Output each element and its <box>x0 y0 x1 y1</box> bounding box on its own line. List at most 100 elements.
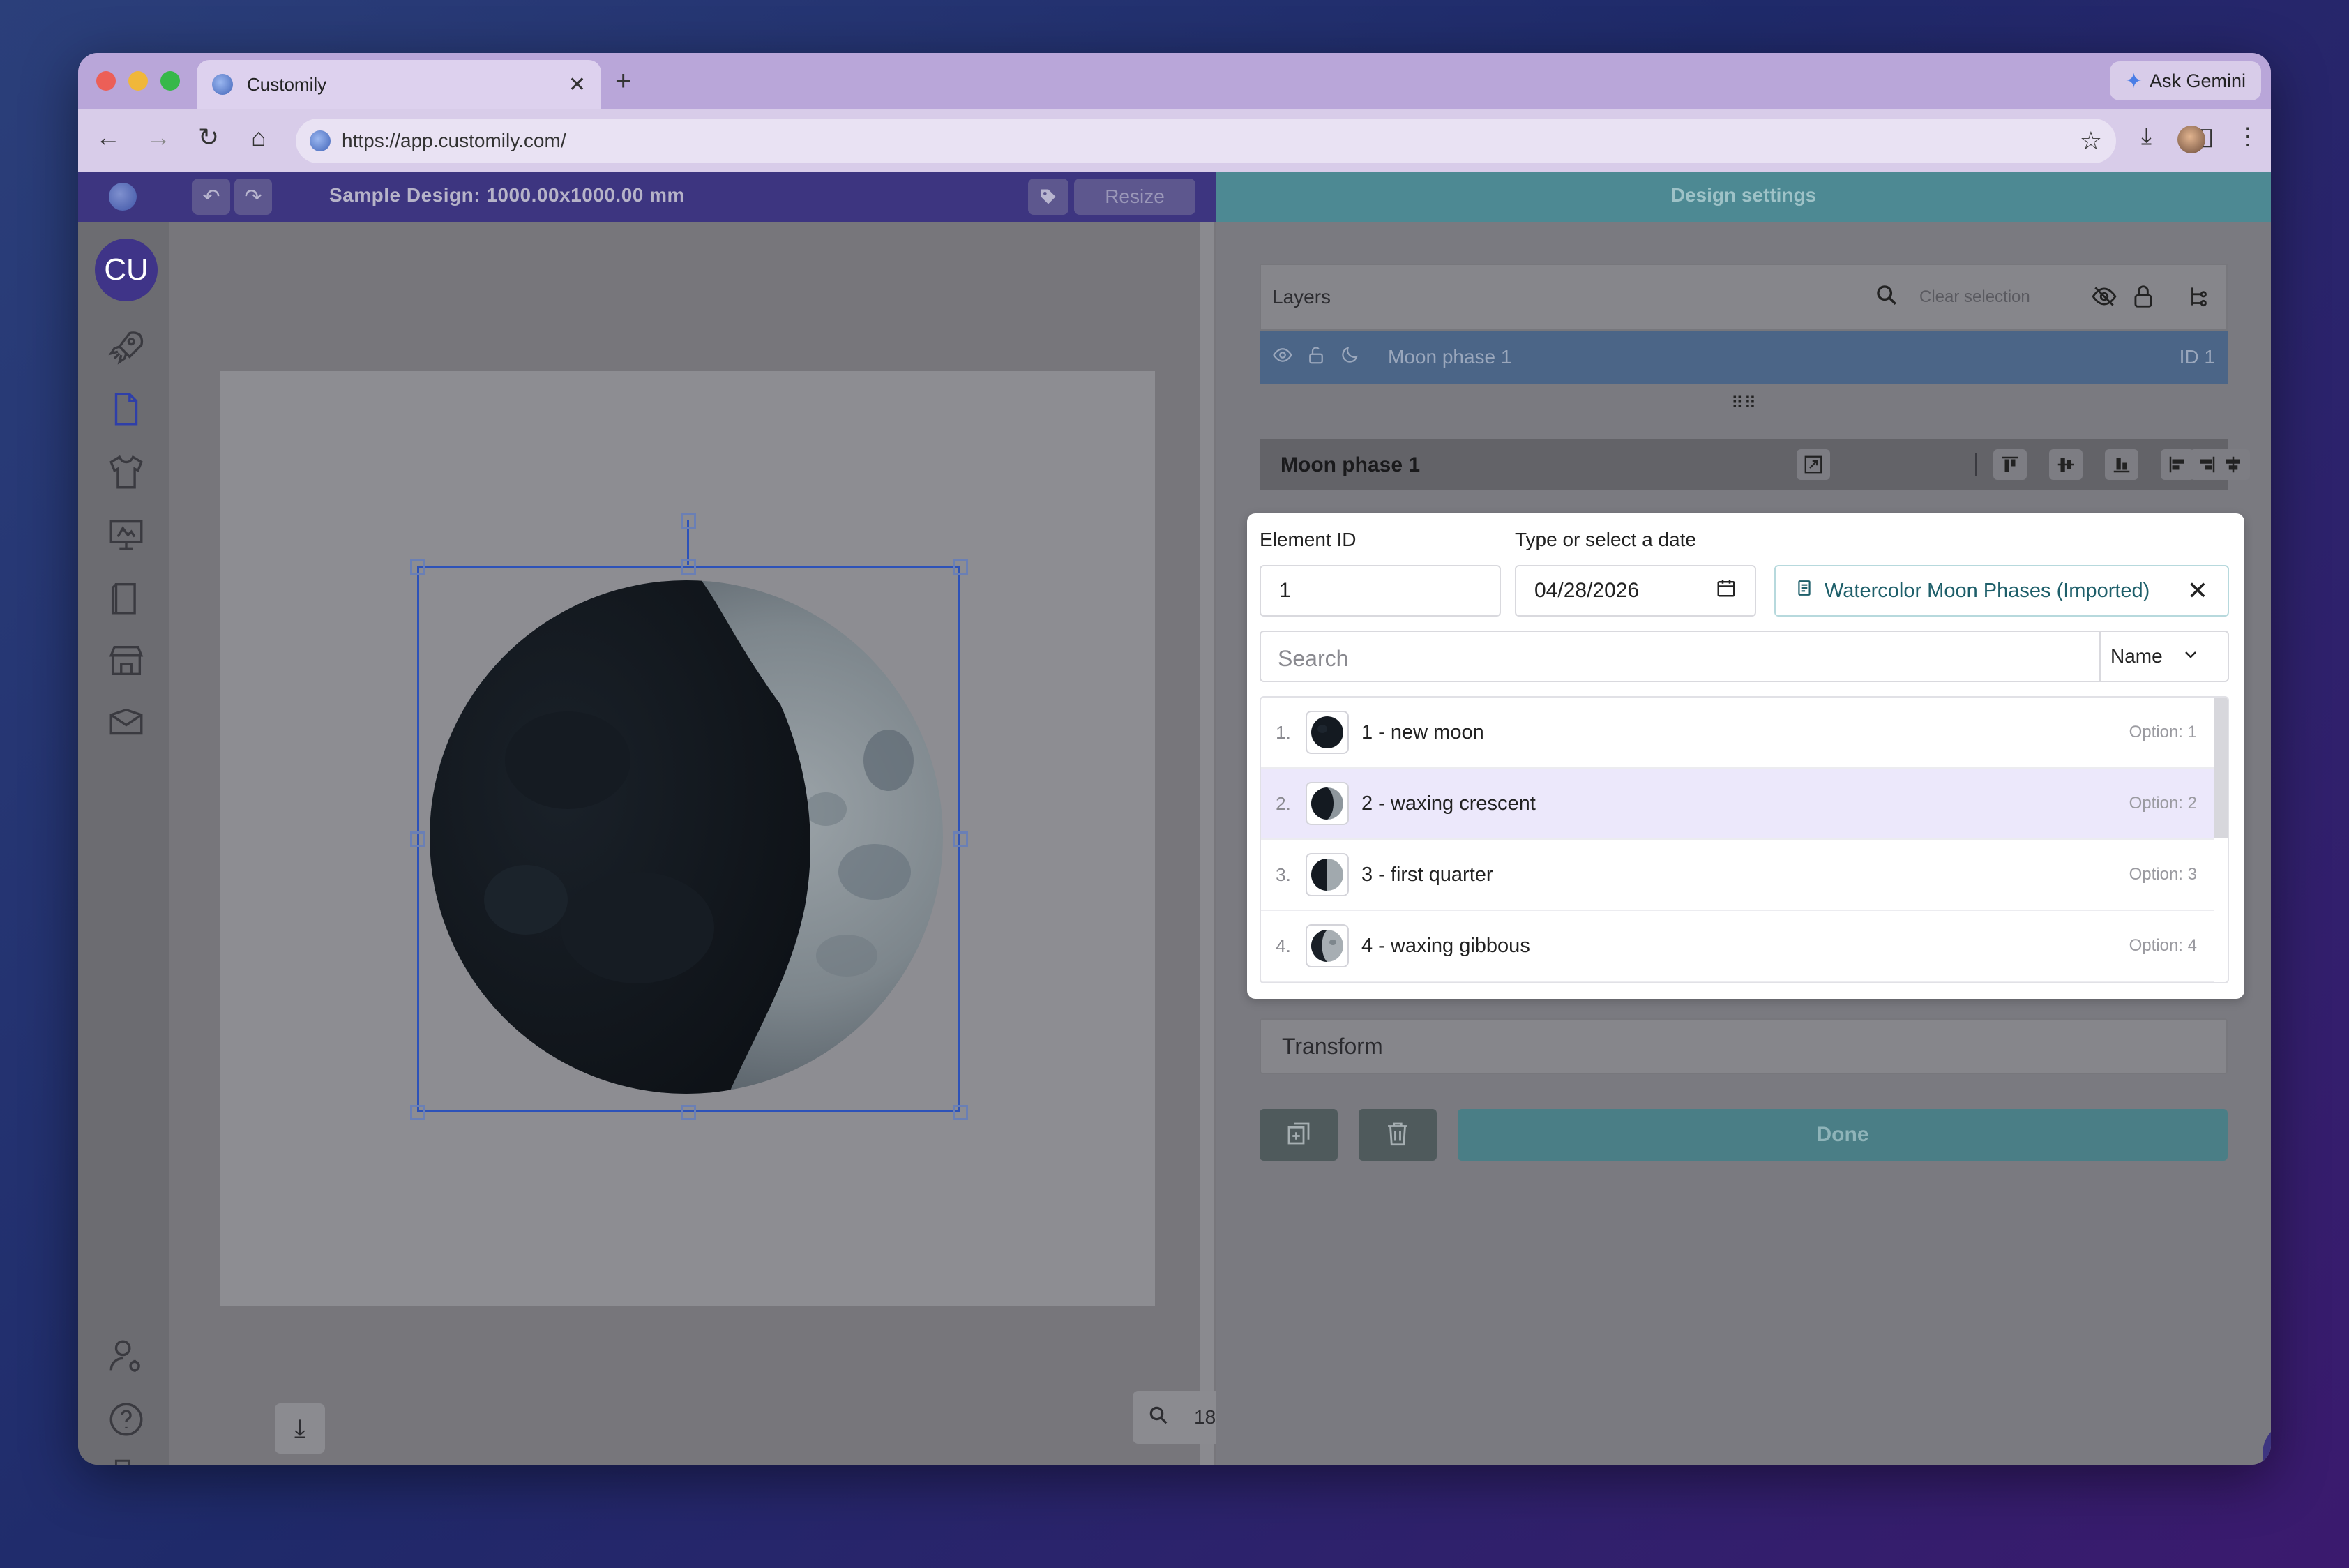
duplicate-button[interactable] <box>1260 1109 1338 1161</box>
list-item-option-1[interactable]: 1. 1 - new moon Option: 1 <box>1261 698 2214 769</box>
back-icon[interactable]: ← <box>91 123 126 152</box>
resize-handle-top[interactable] <box>681 559 696 575</box>
resize-handle-bottom-left[interactable] <box>410 1105 425 1120</box>
option-label: 1 - new moon <box>1361 721 1484 744</box>
resize-handle-top-left[interactable] <box>410 559 425 575</box>
customily-logo[interactable] <box>109 183 137 211</box>
drag-grip-icon[interactable]: ⠿⠿ <box>1731 393 1757 414</box>
align-left-icon[interactable] <box>2161 449 2194 480</box>
align-middle-icon[interactable] <box>2049 449 2083 480</box>
ask-gemini-button[interactable]: ✦ Ask Gemini <box>2109 61 2261 100</box>
remove-library-icon[interactable]: ✕ <box>2187 576 2208 605</box>
delete-button[interactable] <box>1359 1109 1437 1161</box>
resize-handle-top-right[interactable] <box>953 559 968 575</box>
resize-handle-bottom-right[interactable] <box>953 1105 968 1120</box>
canvas-scrollbar[interactable] <box>1200 222 1214 1465</box>
element-options-popup: Element ID 1 Type or select a date 04/28… <box>1247 513 2244 999</box>
new-tab-button[interactable]: + <box>615 66 631 97</box>
undo-icon[interactable]: ↶ <box>192 179 230 215</box>
element-toolbar: Moon phase 1 <box>1260 439 2250 490</box>
element-id-label: Element ID <box>1260 529 1357 550</box>
more-menu-icon[interactable]: ⋮ <box>2236 123 2260 151</box>
element-id-input[interactable]: 1 <box>1260 565 1501 617</box>
sidebar: CU <box>78 222 169 1465</box>
rotation-handle[interactable] <box>681 513 696 529</box>
list-item-option-3[interactable]: 3. 3 - first quarter Option: 3 <box>1261 840 2214 911</box>
maximize-window-button[interactable] <box>160 71 180 91</box>
sort-select[interactable]: Name <box>2099 632 2228 681</box>
option-number: 4. <box>1276 935 1291 956</box>
align-top-icon[interactable] <box>1993 449 2027 480</box>
site-info-icon[interactable] <box>310 130 331 151</box>
option-label: 2 - waxing crescent <box>1361 792 1536 815</box>
help-icon[interactable] <box>106 1399 146 1440</box>
zoom-search-icon <box>1148 1405 1169 1431</box>
close-tab-icon[interactable]: ✕ <box>568 73 586 97</box>
home-icon[interactable]: ⌂ <box>241 123 276 152</box>
layers-search-icon[interactable] <box>1875 283 1898 313</box>
resize-button[interactable]: Resize <box>1074 179 1195 215</box>
layer-item-moon-phase-1[interactable]: Moon phase 1 ID 1 <box>1260 331 2228 384</box>
tab-title: Customily <box>247 73 327 95</box>
library-document-icon <box>1795 578 1813 603</box>
lock-icon[interactable] <box>2130 283 2157 310</box>
logout-icon[interactable] <box>106 1456 146 1465</box>
align-right-icon[interactable] <box>2190 449 2223 480</box>
close-window-button[interactable] <box>96 71 116 91</box>
search-input[interactable]: Search <box>1278 646 1348 672</box>
selection-box[interactable] <box>417 566 960 1112</box>
element-name: Moon phase 1 <box>1281 453 1421 476</box>
clear-selection-button[interactable]: Clear selection <box>1919 287 2030 307</box>
url-field[interactable]: https://app.customily.com/ ☆ <box>296 119 2116 163</box>
download-icon: ⤓ <box>294 1413 305 1442</box>
download-button[interactable]: ⤓ <box>275 1403 325 1454</box>
resize-handle-left[interactable] <box>410 831 425 847</box>
resize-handle-right[interactable] <box>953 831 968 847</box>
tab-bar: Customily ✕ + ✦ Ask Gemini <box>78 53 2271 109</box>
design-settings-title: Design settings <box>1670 184 1817 206</box>
profile-avatar[interactable] <box>2177 126 2205 153</box>
list-item-option-2[interactable]: 2. 2 - waxing crescent Option: 2 <box>1261 769 2214 840</box>
tag-icon[interactable] <box>1028 179 1068 215</box>
forward-icon[interactable]: → <box>141 123 176 152</box>
customily-app: ↶ ↷ Sample Design: 1000.00x1000.00 mm Re… <box>78 172 2271 1465</box>
hide-all-eye-icon[interactable] <box>2091 283 2117 310</box>
calendar-icon[interactable] <box>1716 578 1737 604</box>
date-input[interactable]: 04/28/2026 <box>1515 565 1756 617</box>
unlock-icon[interactable] <box>1306 345 1327 370</box>
downloads-icon[interactable]: ⤓ <box>2141 123 2152 150</box>
reload-icon[interactable]: ↻ <box>191 123 226 152</box>
done-button[interactable]: Done <box>1458 1109 2228 1161</box>
trash-icon <box>1383 1119 1412 1152</box>
transform-section[interactable]: Transform <box>1260 1018 2228 1074</box>
chat-support-button[interactable] <box>2263 1422 2271 1465</box>
user-avatar[interactable]: CU <box>95 239 158 301</box>
option-tag: Option: 4 <box>2129 936 2197 955</box>
list-item-option-4[interactable]: 4. 4 - waxing gibbous Option: 4 <box>1261 911 2214 982</box>
resize-handle-bottom[interactable] <box>681 1105 696 1120</box>
redo-icon[interactable]: ↷ <box>234 179 272 215</box>
options-scrollbar[interactable] <box>2214 698 2228 838</box>
library-chip[interactable]: Watercolor Moon Phases (Imported) ✕ <box>1774 565 2229 617</box>
gemini-sparkle-icon: ✦ <box>2124 69 2143 93</box>
book-icon[interactable] <box>106 578 146 618</box>
layers-header: Layers Clear selection <box>1260 264 2228 331</box>
browser-window: Customily ✕ + ✦ Ask Gemini ← → ↻ ⌂ https… <box>78 53 2271 1465</box>
user-settings-icon[interactable] <box>106 1336 146 1377</box>
fit-to-canvas-icon[interactable] <box>1797 449 1830 480</box>
align-bottom-icon[interactable] <box>2105 449 2138 480</box>
tab-customily[interactable]: Customily ✕ <box>197 60 601 109</box>
date-label: Type or select a date <box>1515 529 1696 550</box>
rocket-icon[interactable] <box>106 326 146 367</box>
document-icon[interactable] <box>106 389 146 430</box>
design-settings-header: Design settings <box>1216 172 2271 222</box>
hierarchy-icon[interactable] <box>2186 283 2212 310</box>
monitor-icon[interactable] <box>106 515 146 555</box>
store-icon[interactable] <box>106 640 146 681</box>
visibility-eye-icon[interactable] <box>1272 345 1293 370</box>
tshirt-icon[interactable] <box>106 452 146 492</box>
element-id-value: 1 <box>1279 579 1291 602</box>
bookmark-star-icon[interactable]: ☆ <box>2080 126 2102 156</box>
minimize-window-button[interactable] <box>128 71 148 91</box>
inbox-icon[interactable] <box>106 703 146 744</box>
